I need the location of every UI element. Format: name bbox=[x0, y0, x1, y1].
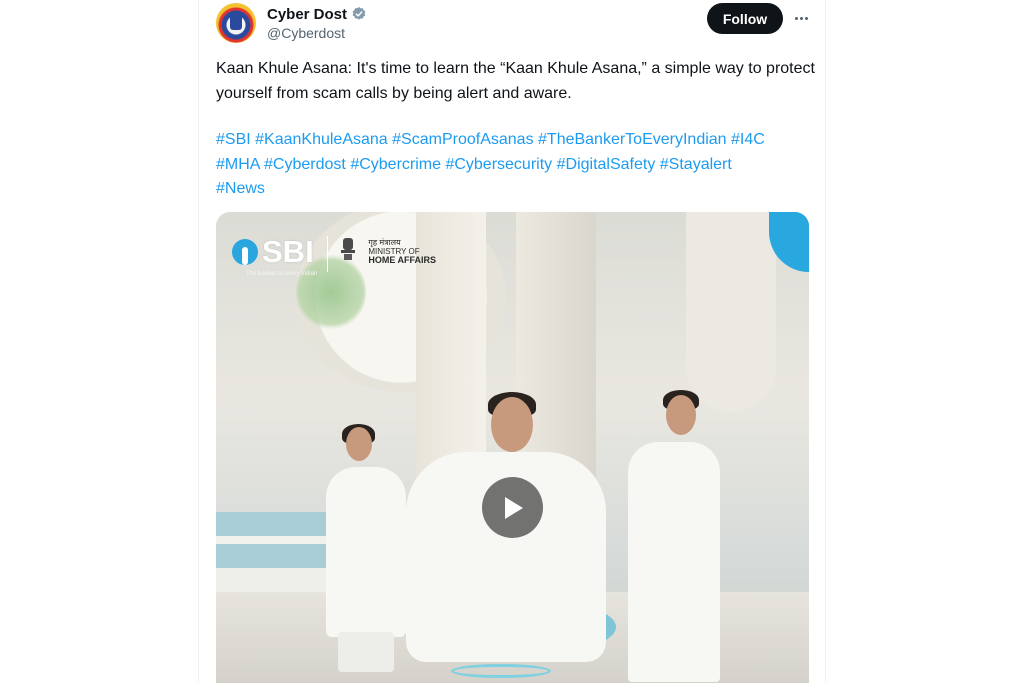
hashtag-link[interactable]: #Cyberdost bbox=[264, 156, 346, 173]
hashtag-link[interactable]: #Stayalert bbox=[660, 156, 732, 173]
hashtag-link[interactable]: #Cybersecurity bbox=[445, 156, 552, 173]
ministry-line2: HOME AFFAIRS bbox=[368, 255, 437, 265]
tweet-text: Kaan Khule Asana: It's time to learn the… bbox=[216, 60, 815, 102]
avatar-badge bbox=[230, 14, 242, 30]
hashtag-link[interactable]: #SBI bbox=[216, 131, 251, 148]
more-options-icon[interactable] bbox=[789, 8, 813, 28]
play-icon bbox=[504, 496, 523, 519]
hashtag-link[interactable]: #I4C bbox=[731, 131, 765, 148]
ministry-hindi: गृह मंत्रालय bbox=[368, 238, 401, 247]
sbi-tagline: The banker to every Indian bbox=[246, 271, 318, 277]
national-emblem-icon bbox=[341, 238, 356, 260]
sbi-logo-text: SBI bbox=[262, 234, 314, 269]
author-name-row[interactable]: Cyber Dost bbox=[267, 5, 367, 23]
account-handle[interactable]: @Cyberdost bbox=[267, 25, 345, 41]
person-center-head bbox=[491, 397, 533, 452]
sbi-logo: SBI The banker to every Indian bbox=[232, 234, 317, 277]
person-left-legs bbox=[338, 632, 394, 672]
logo-divider bbox=[327, 236, 329, 272]
person-left-body bbox=[326, 467, 406, 637]
hashtag-link[interactable]: #ScamProofAsanas bbox=[392, 131, 533, 148]
background-pillar bbox=[686, 212, 776, 412]
person-left-head bbox=[346, 427, 372, 461]
hashtag-link[interactable]: #News bbox=[216, 180, 265, 197]
hashtag-link[interactable]: #Cybercrime bbox=[350, 156, 441, 173]
hashtag-link[interactable]: #KaanKhuleAsana bbox=[255, 131, 388, 148]
sbi-keyhole-icon bbox=[232, 239, 258, 265]
floor-ring bbox=[451, 664, 551, 678]
ministry-label: गृह मंत्रालय MINISTRY OF HOME AFFAIRS bbox=[368, 238, 436, 265]
hashtag-link[interactable]: #DigitalSafety bbox=[557, 156, 656, 173]
person-right-body bbox=[628, 442, 720, 682]
avatar[interactable] bbox=[216, 3, 256, 43]
follow-button[interactable]: Follow bbox=[707, 3, 783, 34]
play-button[interactable] bbox=[482, 477, 543, 538]
hashtag-link[interactable]: #MHA bbox=[216, 156, 260, 173]
video-player[interactable]: SBI The banker to every Indian गृह मंत्र… bbox=[216, 212, 809, 683]
display-name[interactable]: Cyber Dost bbox=[267, 6, 347, 23]
hashtag-list: #SBI #KaanKhuleAsana #ScamProofAsanas #T… bbox=[216, 128, 816, 202]
video-logo-bar: SBI The banker to every Indian गृह मंत्र… bbox=[232, 234, 436, 284]
verified-badge-icon bbox=[352, 7, 366, 20]
hashtag-link[interactable]: #TheBankerToEveryIndian bbox=[538, 131, 727, 148]
person-right-head bbox=[666, 395, 696, 435]
